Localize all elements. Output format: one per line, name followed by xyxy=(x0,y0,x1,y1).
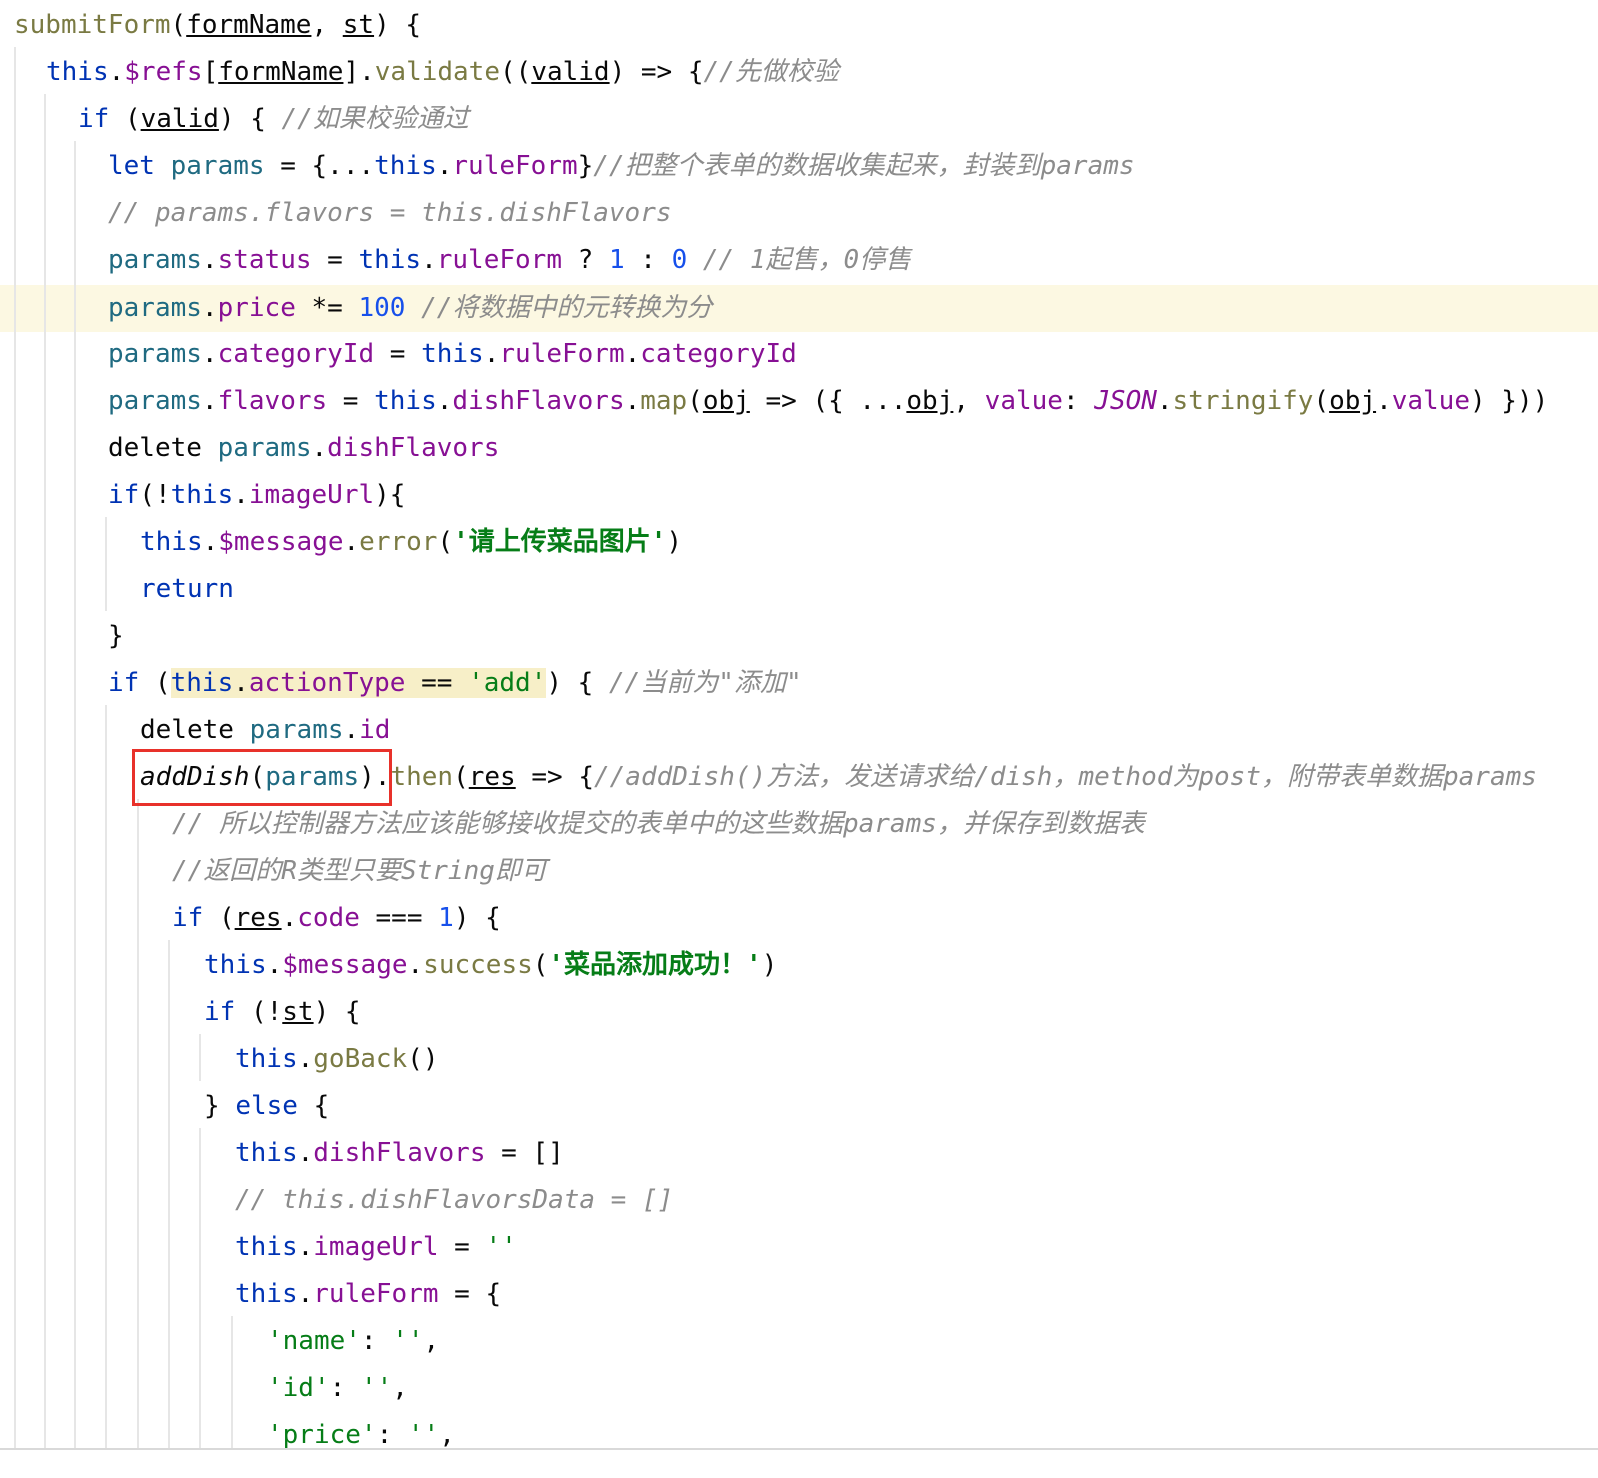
code-line-23[interactable]: this.goBack() xyxy=(0,1036,1598,1083)
function-name: submitForm xyxy=(14,10,171,40)
match-highlight: this.actionType == 'add' xyxy=(170,668,547,698)
code-line-26[interactable]: // this.dishFlavorsData = [] xyxy=(0,1177,1598,1224)
comment: //当前为"添加" xyxy=(608,668,802,698)
code-line-19[interactable]: //返回的R类型只要String即可 xyxy=(0,848,1598,895)
code-line-29[interactable]: 'name': '', xyxy=(0,1318,1598,1365)
comment: // 1起售，0停售 xyxy=(702,245,912,275)
comment: // params.flavors = this.dishFlavors xyxy=(108,198,672,228)
code-line-14[interactable]: } xyxy=(0,613,1598,660)
code-line-16[interactable]: delete params.id xyxy=(0,707,1598,754)
comment: //返回的R类型只要String即可 xyxy=(172,856,547,886)
param-formName: formName xyxy=(186,10,312,40)
code-line-4[interactable]: let params = {...this.ruleForm}//把整个表单的数… xyxy=(0,143,1598,190)
comment: //先做校验 xyxy=(703,57,839,87)
code-line-12[interactable]: this.$message.error('请上传菜品图片') xyxy=(0,519,1598,566)
comment: // this.dishFlavorsData = [] xyxy=(235,1185,674,1215)
code-line-11[interactable]: if(!this.imageUrl){ xyxy=(0,472,1598,519)
code-line-10[interactable]: delete params.dishFlavors xyxy=(0,425,1598,472)
code-line-8[interactable]: params.categoryId = this.ruleForm.catego… xyxy=(0,331,1598,378)
param-st: st xyxy=(342,10,375,40)
comment: //如果校验通过 xyxy=(281,104,469,134)
code-line-18[interactable]: // 所以控制器方法应该能够接收提交的表单中的这些数据params，并保存到数据… xyxy=(0,801,1598,848)
comment: //addDish()方法，发送请求给/dish，method为post，附带表… xyxy=(594,762,1537,792)
code-line-24[interactable]: } else { xyxy=(0,1083,1598,1130)
code-line-1[interactable]: submitForm(formName, st) { xyxy=(0,2,1598,49)
code-line-31[interactable]: 'price': '', xyxy=(0,1412,1598,1450)
code-line-25[interactable]: this.dishFlavors = [] xyxy=(0,1130,1598,1177)
code-line-2[interactable]: this.$refs[formName].validate((valid) =>… xyxy=(0,49,1598,96)
string-literal: '请上传菜品图片' xyxy=(453,527,667,557)
comment: //将数据中的元转换为分 xyxy=(421,293,713,323)
code-editor[interactable]: submitForm(formName, st) { this.$refs[fo… xyxy=(0,0,1598,1450)
code-line-27[interactable]: this.imageUrl = '' xyxy=(0,1224,1598,1271)
code-line-22[interactable]: if (!st) { xyxy=(0,989,1598,1036)
code-line-13[interactable]: return xyxy=(0,566,1598,613)
string-literal: '菜品添加成功！' xyxy=(548,950,762,980)
code-line-3[interactable]: if (valid) { //如果校验通过 xyxy=(0,96,1598,143)
comment: // 所以控制器方法应该能够接收提交的表单中的这些数据params，并保存到数据… xyxy=(172,809,1145,839)
code-line-5[interactable]: // params.flavors = this.dishFlavors xyxy=(0,190,1598,237)
annotation-highlight-box xyxy=(132,749,392,806)
editor-bottom-border xyxy=(0,1448,1598,1450)
code-line-21[interactable]: this.$message.success('菜品添加成功！') xyxy=(0,942,1598,989)
code-line-28[interactable]: this.ruleForm = { xyxy=(0,1271,1598,1318)
code-line-6[interactable]: params.status = this.ruleForm ? 1 : 0 //… xyxy=(0,237,1598,284)
code-line-30[interactable]: 'id': '', xyxy=(0,1365,1598,1412)
code-line-7[interactable]: params.price *= 100 //将数据中的元转换为分 xyxy=(0,285,1598,332)
code-line-9[interactable]: params.flavors = this.dishFlavors.map(ob… xyxy=(0,378,1598,425)
code-line-20[interactable]: if (res.code === 1) { xyxy=(0,895,1598,942)
code-line-15[interactable]: if (this.actionType == 'add') { //当前为"添加… xyxy=(0,660,1598,707)
comment: //把整个表单的数据收集起来，封装到params xyxy=(593,151,1135,181)
